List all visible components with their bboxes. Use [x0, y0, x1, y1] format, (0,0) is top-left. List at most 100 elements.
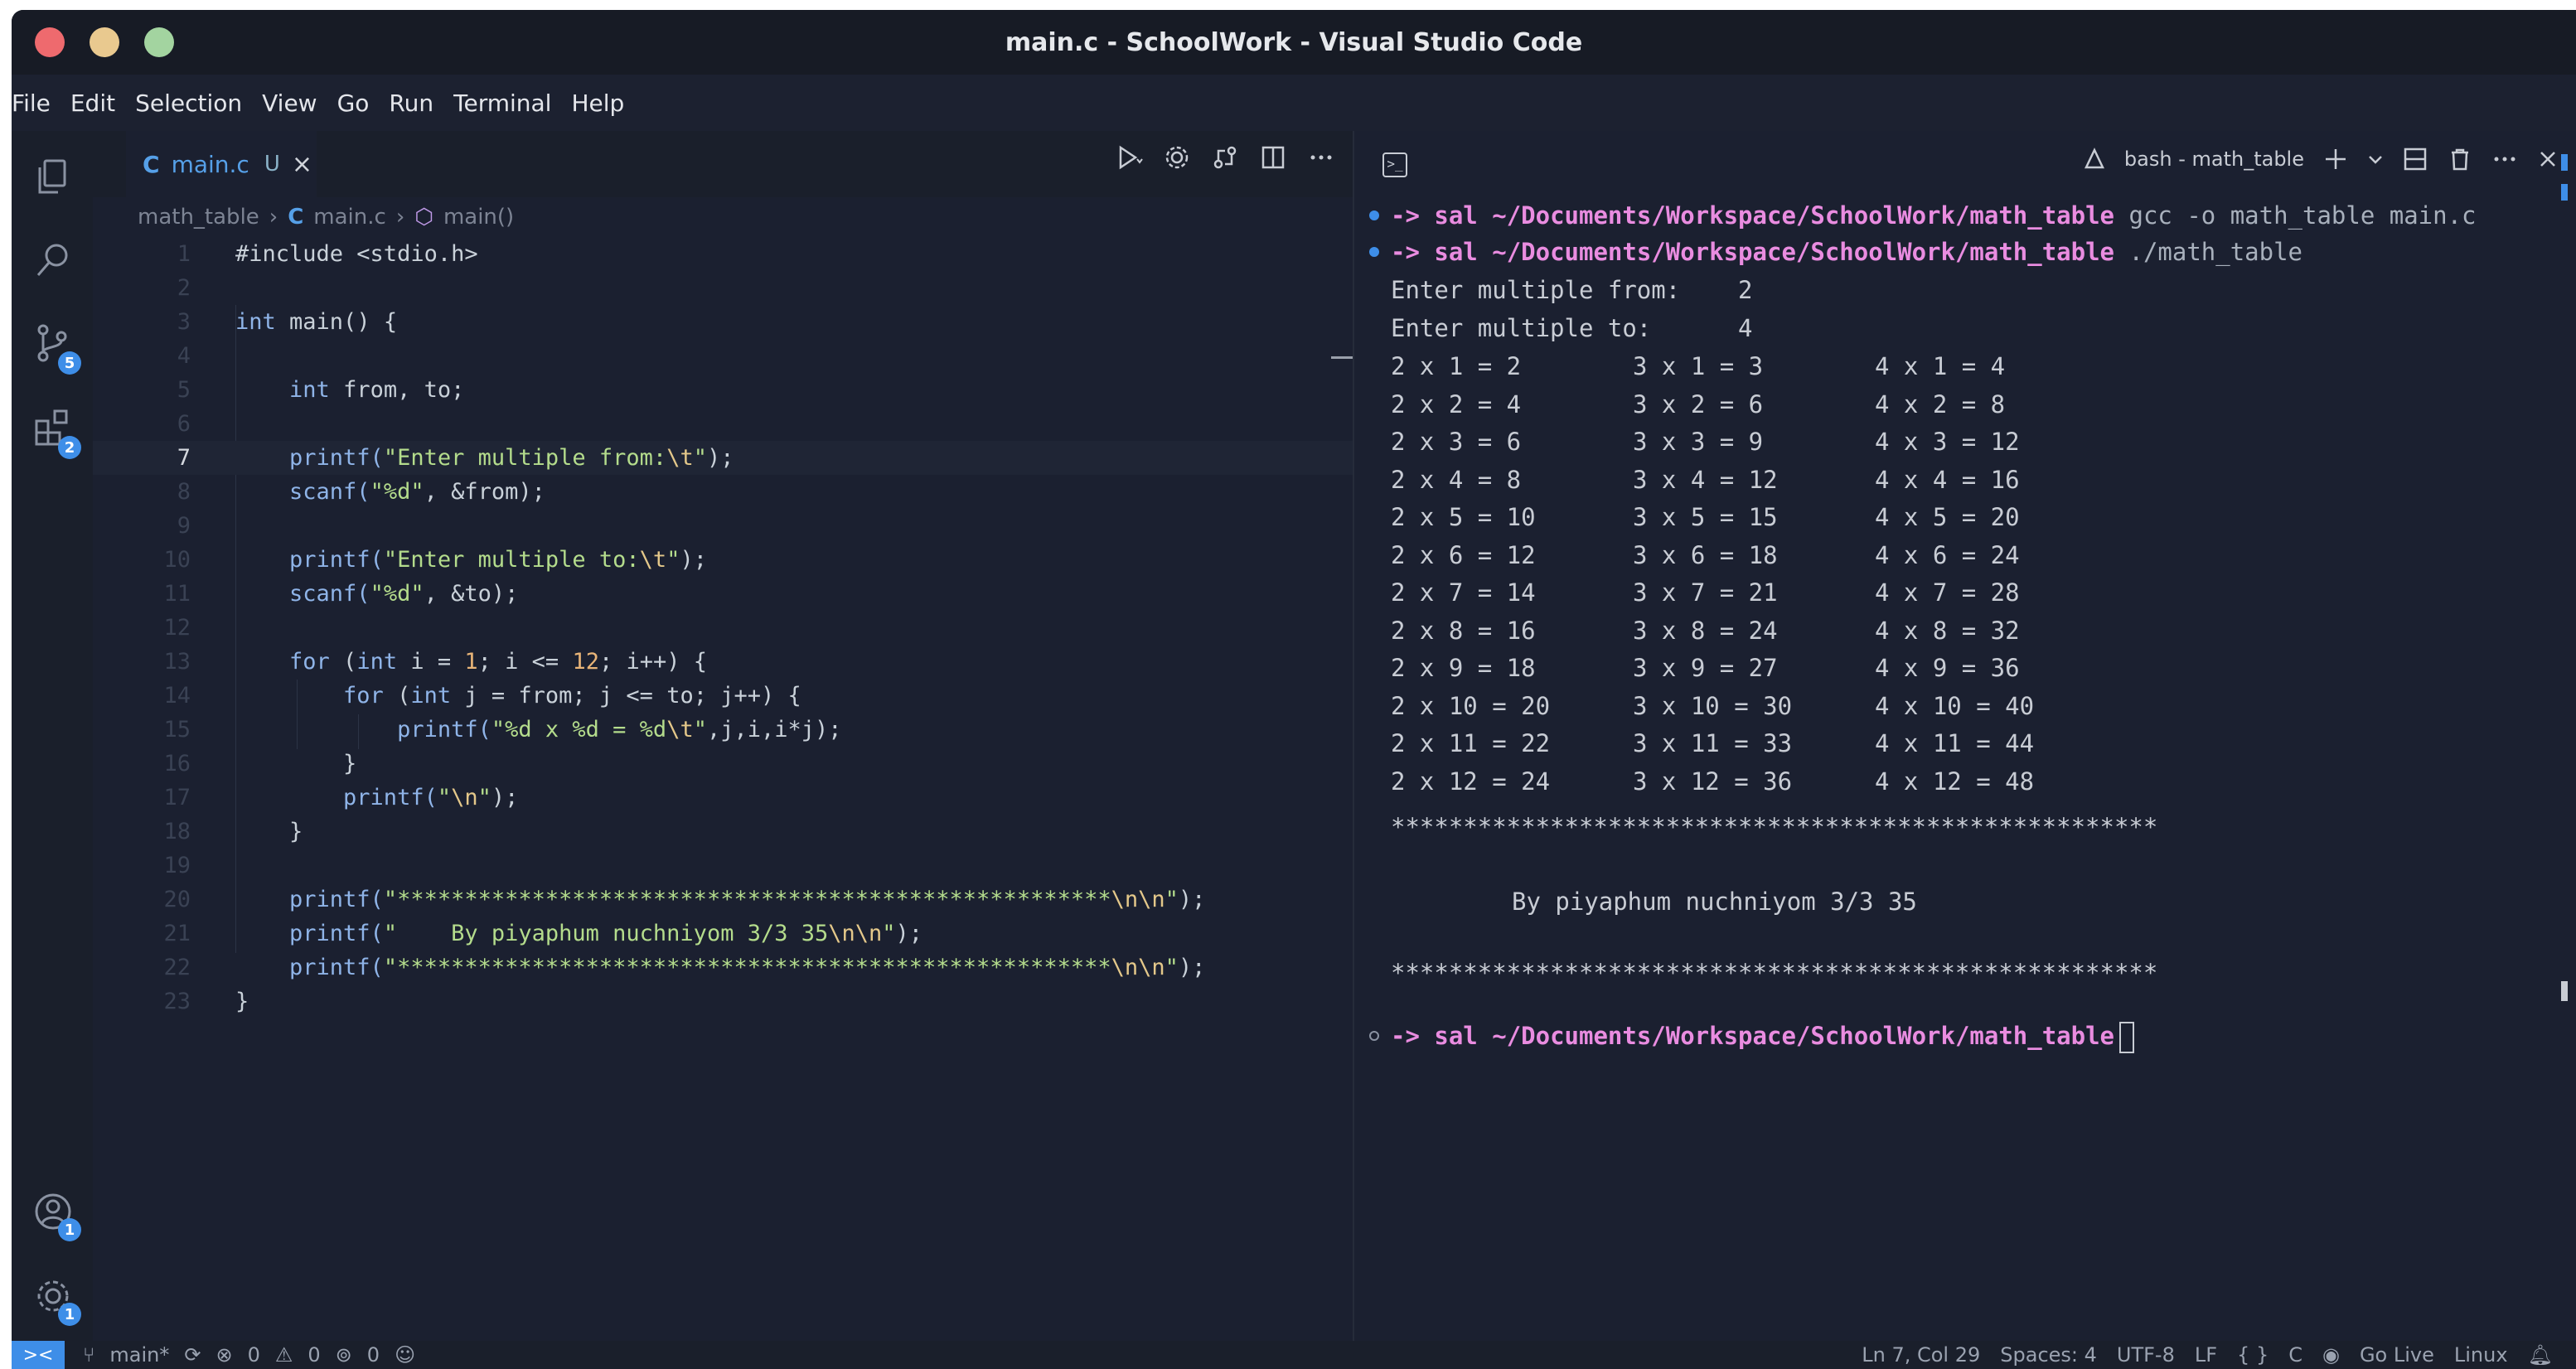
run-debug-icon[interactable] [1114, 143, 1144, 172]
feedback-smiley-icon[interactable]: ☺ [395, 1343, 415, 1367]
table-cell: 3 x 4 = 12 [1633, 465, 1778, 494]
code-line[interactable]: 4 [93, 339, 1353, 373]
breadcrumb-symbol[interactable]: main() [443, 205, 514, 230]
line-number: 7 [177, 445, 191, 471]
go-live-button[interactable]: Go Live [2360, 1343, 2434, 1367]
new-terminal-plus-icon[interactable] [2322, 146, 2349, 172]
editor-tab-bar: C main.c U × [93, 131, 1353, 197]
command-success-dot[interactable] [1369, 247, 1379, 257]
cursor-position[interactable]: Ln 7, Col 29 [1862, 1343, 1980, 1367]
line-number: 3 [177, 309, 191, 335]
code-line[interactable]: 9 [93, 509, 1353, 543]
indentation[interactable]: Spaces: 4 [2000, 1343, 2097, 1367]
error-count[interactable]: 0 [248, 1343, 260, 1367]
table-cell: 3 x 1 = 3 [1633, 352, 1764, 380]
trash-icon[interactable] [2447, 146, 2473, 172]
terminal-scrollbar[interactable] [2561, 981, 2568, 1001]
line-number: 22 [163, 955, 191, 980]
code-line[interactable]: 21 printf(" By piyaphum nuchniyom 3/3 35… [93, 917, 1353, 951]
menu-view[interactable]: View [252, 89, 327, 117]
code-token: #include <stdio.h> [235, 241, 478, 267]
table-cell: 2 x 7 = 14 [1391, 578, 1536, 607]
code-editor[interactable]: 1 #include <stdio.h> 2 3 int main() {4 5 int … [93, 237, 1353, 1341]
branch-name[interactable]: main* [109, 1343, 169, 1367]
code-line[interactable]: 19 [93, 849, 1353, 883]
end-of-line[interactable]: LF [2195, 1343, 2217, 1367]
ports-count[interactable]: 0 [367, 1343, 380, 1367]
code-line[interactable]: 23} [93, 984, 1353, 1018]
code-token: } [235, 751, 357, 776]
code-token: \t [666, 717, 694, 743]
code-line[interactable]: 16 } [93, 747, 1353, 781]
menu-go[interactable]: Go [327, 89, 380, 117]
code-token: " [1165, 955, 1179, 980]
explorer-icon[interactable] [31, 156, 75, 199]
warning-count[interactable]: 0 [307, 1343, 320, 1367]
code-line[interactable]: 6 [93, 407, 1353, 441]
code-text: for (int i = 1; i <= 12; i++) { [235, 645, 707, 679]
code-line[interactable]: 2 [93, 271, 1353, 305]
code-line[interactable]: 10 printf("Enter multiple to:\t"); [93, 543, 1353, 577]
code-line[interactable]: 13 for (int i = 1; i <= 12; i++) { [93, 645, 1353, 679]
close-tab-icon[interactable]: × [292, 150, 312, 179]
terminal-name[interactable]: bash - math_table [2124, 148, 2304, 171]
sync-icon[interactable]: ⟳ [184, 1343, 201, 1367]
code-token: " By piyaphum nuchniyom 3/3 35 [383, 921, 829, 946]
command-success-dot[interactable] [1369, 210, 1379, 220]
menu-help[interactable]: Help [561, 89, 634, 117]
code-line[interactable]: 1 #include <stdio.h> [93, 237, 1353, 271]
table-cell: 2 x 2 = 4 [1391, 389, 1522, 418]
remote-indicator[interactable]: >< [12, 1341, 65, 1369]
code-line[interactable]: 7 printf("Enter multiple from:\t"); [93, 441, 1353, 475]
bash-shell-icon [2084, 148, 2104, 169]
more-actions-icon[interactable] [1306, 143, 1336, 172]
split-terminal-icon[interactable] [2402, 146, 2428, 172]
command-pending-dot[interactable] [1369, 1031, 1379, 1041]
table-cell: 2 x 8 = 16 [1391, 616, 1536, 645]
menu-edit[interactable]: Edit [61, 89, 125, 117]
menu-bar: File Edit Selection View Go Run Terminal… [12, 75, 2576, 131]
configure-gear-icon[interactable] [1162, 143, 1192, 172]
code-text: } [235, 747, 356, 781]
code-line[interactable]: 8 scanf("%d", &from); [93, 475, 1353, 509]
code-line[interactable]: 5 int from, to; [93, 373, 1353, 407]
minimize-window-button[interactable] [90, 27, 119, 57]
maximize-window-button[interactable] [144, 27, 174, 57]
breadcrumb-file[interactable]: main.c [313, 205, 386, 230]
code-line[interactable]: 17 printf("\n"); [93, 781, 1353, 815]
notifications-bell-icon[interactable]: 🔔︎ [2528, 1343, 2553, 1367]
code-token: \t [639, 547, 667, 573]
encoding[interactable]: UTF-8 [2117, 1343, 2175, 1367]
search-icon[interactable] [31, 239, 75, 282]
error-icon: ⊗ [215, 1343, 233, 1367]
menu-selection[interactable]: Selection [125, 89, 252, 117]
language-mode[interactable]: C [2288, 1343, 2302, 1367]
close-window-button[interactable] [35, 27, 65, 57]
code-line[interactable]: 12 [93, 611, 1353, 645]
code-line[interactable]: 15 printf("%d x %d = %d\t",j,i,i*j); [93, 713, 1353, 747]
code-line[interactable]: 11 scanf("%d", &to); [93, 577, 1353, 611]
close-panel-icon[interactable] [2536, 148, 2559, 171]
prompt-line: -> sal ~/Documents/Workspace/SchoolWork/… [1391, 238, 2302, 266]
c-file-icon: C [288, 205, 304, 230]
code-line[interactable]: 14 for (int j = from; j <= to; j++) { [93, 679, 1353, 713]
code-line[interactable]: 3 int main() { [93, 305, 1353, 339]
breadcrumb-folder[interactable]: math_table [138, 205, 259, 230]
split-editor-icon[interactable] [1258, 143, 1288, 172]
code-line[interactable]: 18 } [93, 815, 1353, 849]
editor-actions [1114, 143, 1336, 172]
compare-changes-icon[interactable] [1210, 143, 1240, 172]
chevron-down-icon[interactable] [2367, 151, 2384, 167]
menu-terminal[interactable]: Terminal [443, 89, 561, 117]
code-line[interactable]: 22 printf("*****************************… [93, 951, 1353, 984]
menu-file[interactable]: File [12, 89, 61, 117]
table-cell: 4 x 7 = 28 [1875, 578, 2020, 607]
terminal-output[interactable]: -> sal ~/Documents/Workspace/SchoolWork/… [1354, 154, 2576, 1341]
editor-group: C main.c U × math_table › C main.c › ⬡ m… [93, 131, 1353, 1341]
editor-scrollbar[interactable] [1331, 356, 1353, 359]
tab-main-c[interactable]: C main.c U × [126, 131, 317, 197]
menu-run[interactable]: Run [379, 89, 443, 117]
code-line[interactable]: 20 printf("*****************************… [93, 883, 1353, 917]
more-actions-icon[interactable] [2491, 146, 2518, 172]
os-label[interactable]: Linux [2454, 1343, 2508, 1367]
